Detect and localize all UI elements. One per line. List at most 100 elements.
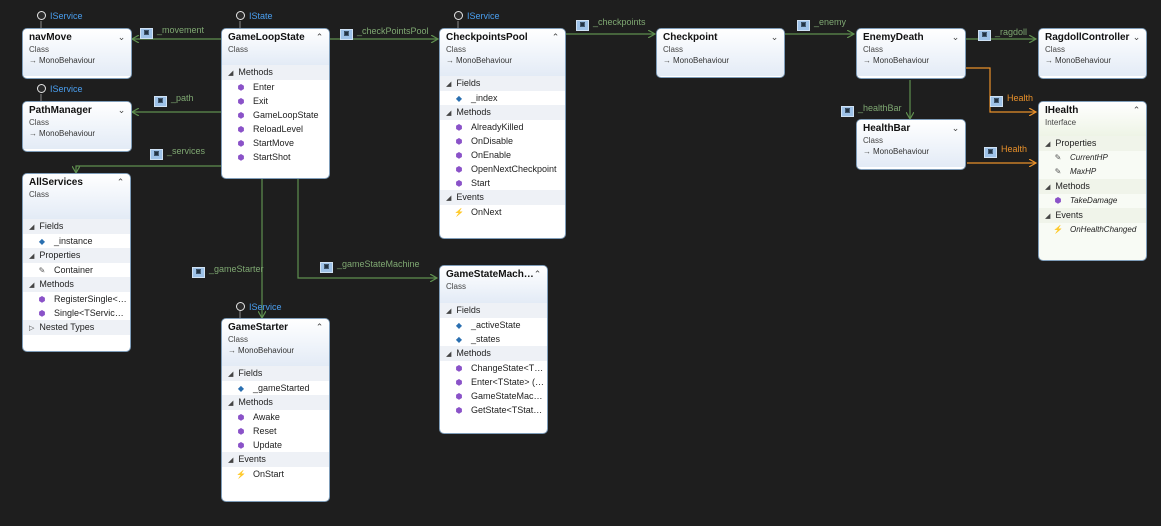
class-checkpoint[interactable]: Checkpoint Class → MonoBehaviour ⌄	[656, 28, 785, 78]
class-stereotype: Class	[663, 45, 684, 54]
interface-stereotype: Interface	[1045, 118, 1077, 127]
member-method[interactable]: ⬢ Update	[222, 438, 329, 452]
member-field[interactable]: ◆ _index	[440, 91, 565, 105]
member-method[interactable]: ⬢ OnDisable	[440, 134, 565, 148]
section-fields[interactable]: ◢ Fields	[23, 219, 130, 234]
section-events[interactable]: ◢ Events	[222, 452, 329, 467]
collapse-triangle-icon: ◢	[1045, 213, 1051, 220]
method-icon: ⬢	[38, 309, 46, 318]
member-method[interactable]: ⬢ Reset	[222, 424, 329, 438]
class-gameloopstate[interactable]: GameLoopState Class ⌃ ◢ Methods ⬢ Enter ⬢ E…	[221, 28, 330, 179]
expand-chevron-icon[interactable]: ⌄	[769, 32, 780, 42]
expand-triangle-icon: ▷	[29, 325, 35, 332]
class-stereotype: Class	[863, 45, 884, 54]
class-checkpointspool[interactable]: CheckpointsPool Class → MonoBehaviour ⌃ ◢…	[439, 28, 566, 239]
expand-chevron-icon[interactable]: ⌄	[950, 123, 961, 133]
member-method[interactable]: ⬢ TakeDamage	[1039, 194, 1146, 208]
method-icon: ⬢	[237, 139, 245, 148]
member-method[interactable]: ⬢ ReloadLevel	[222, 122, 329, 136]
class-gamestatemachine[interactable]: GameStateMach… Class ⌃ ◢ Fields ◆ _activeS…	[439, 265, 548, 434]
section-fields[interactable]: ◢ Fields	[440, 303, 547, 318]
member-method[interactable]: ⬢ GetState<TStat…	[440, 403, 547, 417]
class-healthbar[interactable]: HealthBar Class → MonoBehaviour ⌄	[856, 119, 966, 170]
class-stereotype: Class	[1045, 45, 1066, 54]
member-property[interactable]: ✎ MaxHP	[1039, 165, 1146, 179]
member-property[interactable]: ✎ CurrentHP	[1039, 151, 1146, 165]
member-event[interactable]: ⚡ OnHealthChanged	[1039, 223, 1146, 237]
class-pathmanager[interactable]: PathManager Class → MonoBehaviour ⌄	[22, 101, 132, 152]
section-fields[interactable]: ◢ Fields	[222, 366, 329, 381]
section-methods[interactable]: ◢ Methods	[1039, 179, 1146, 194]
collapse-triangle-icon: ◢	[29, 282, 35, 289]
wrench-icon: ✎	[1054, 167, 1062, 176]
member-method[interactable]: ⬢ StartShot	[222, 150, 329, 164]
section-methods[interactable]: ◢ Methods	[440, 105, 565, 120]
expand-chevron-icon[interactable]: ⌄	[1131, 32, 1142, 42]
class-enemydeath[interactable]: EnemyDeath Class → MonoBehaviour ⌄	[856, 28, 966, 79]
association-label-movement: ▣ _movement	[140, 25, 204, 39]
member-method[interactable]: ⬢ Start	[440, 176, 565, 190]
method-icon: ⬢	[1054, 196, 1062, 205]
member-method[interactable]: ⬢ Enter<TState> (…	[440, 375, 547, 389]
interface-lollipop-iservice: IService	[37, 11, 83, 21]
member-method[interactable]: ⬢ ChangeState<T…	[440, 361, 547, 375]
field-icon: ◆	[38, 237, 46, 246]
section-methods[interactable]: ◢ Methods	[222, 65, 329, 80]
member-method[interactable]: ⬢ OpenNextCheckpoint	[440, 162, 565, 176]
class-navmove[interactable]: navMove Class → MonoBehaviour ⌄	[22, 28, 132, 79]
class-ragdollcontroller[interactable]: RagdollController Class → MonoBehaviour ⌄	[1038, 28, 1147, 79]
interface-ihealth[interactable]: IHealth Interface ⌃ ◢ Properties ✎ Current…	[1038, 101, 1147, 261]
member-method[interactable]: ⬢ Enter	[222, 80, 329, 94]
interface-lollipop-istate: IState	[236, 11, 273, 21]
method-icon: ⬢	[237, 83, 245, 92]
collapse-triangle-icon: ◢	[1045, 184, 1051, 191]
member-method[interactable]: ⬢ Awake	[222, 410, 329, 424]
member-field[interactable]: ◆ _activeState	[440, 318, 547, 332]
section-nested-types[interactable]: ▷ Nested Types	[23, 320, 130, 335]
inherit-arrow-icon: →	[446, 56, 454, 65]
member-method[interactable]: ⬢ RegisterSingle<…	[23, 292, 130, 306]
collapse-chevron-icon[interactable]: ⌃	[1131, 105, 1142, 115]
expand-chevron-icon[interactable]: ⌄	[950, 32, 961, 42]
interface-lollipop-iservice: IService	[37, 84, 83, 94]
expand-chevron-icon[interactable]: ⌄	[116, 105, 127, 115]
expand-chevron-icon[interactable]: ⌄	[116, 32, 127, 42]
collapse-chevron-icon[interactable]: ⌃	[115, 177, 126, 187]
section-fields[interactable]: ◢ Fields	[440, 76, 565, 91]
class-stereotype: Class	[446, 45, 467, 54]
member-field[interactable]: ◆ _instance	[23, 234, 130, 248]
member-event[interactable]: ⚡ OnStart	[222, 467, 329, 481]
collapse-chevron-icon[interactable]: ⌃	[550, 32, 561, 42]
association-label-healthbar: ▣ _healthBar	[841, 103, 902, 117]
member-method[interactable]: ⬢ GameStateMac…	[440, 389, 547, 403]
member-field[interactable]: ◆ _states	[440, 332, 547, 346]
member-method[interactable]: ⬢ Single<TServic…	[23, 306, 130, 320]
class-name: Checkpoint	[663, 32, 718, 43]
collapse-chevron-icon[interactable]: ⌃	[532, 269, 543, 279]
member-method[interactable]: ⬢ GameLoopState	[222, 108, 329, 122]
member-field[interactable]: ◆ _gameStarted	[222, 381, 329, 395]
section-events[interactable]: ◢ Events	[1039, 208, 1146, 223]
section-properties[interactable]: ◢ Properties	[23, 248, 130, 263]
collapse-chevron-icon[interactable]: ⌃	[314, 32, 325, 42]
lightning-icon: ⚡	[1053, 225, 1063, 234]
class-stereotype: Class	[29, 45, 50, 54]
member-method[interactable]: ⬢ Exit	[222, 94, 329, 108]
section-methods[interactable]: ◢ Methods	[23, 277, 130, 292]
class-allservices[interactable]: AllServices Class ⌃ ◢ Fields ◆ _instance ◢…	[22, 173, 131, 352]
member-method[interactable]: ⬢ OnEnable	[440, 148, 565, 162]
member-method[interactable]: ⬢ AlreadyKilled	[440, 120, 565, 134]
member-property[interactable]: ✎ Container	[23, 263, 130, 277]
member-event[interactable]: ⚡ OnNext	[440, 205, 565, 219]
collapse-triangle-icon: ◢	[446, 81, 452, 88]
class-gamestarter[interactable]: GameStarter Class → MonoBehaviour ⌃ ◢ Fiel…	[221, 318, 330, 502]
wrench-icon: ✎	[38, 266, 46, 275]
collapse-triangle-icon: ◢	[228, 400, 234, 407]
association-label-ragdoll: ▣ _ragdoll	[978, 27, 1027, 41]
section-methods[interactable]: ◢ Methods	[222, 395, 329, 410]
member-method[interactable]: ⬢ StartMove	[222, 136, 329, 150]
collapse-chevron-icon[interactable]: ⌃	[314, 322, 325, 332]
section-events[interactable]: ◢ Events	[440, 190, 565, 205]
section-properties[interactable]: ◢ Properties	[1039, 136, 1146, 151]
section-methods[interactable]: ◢ Methods	[440, 346, 547, 361]
